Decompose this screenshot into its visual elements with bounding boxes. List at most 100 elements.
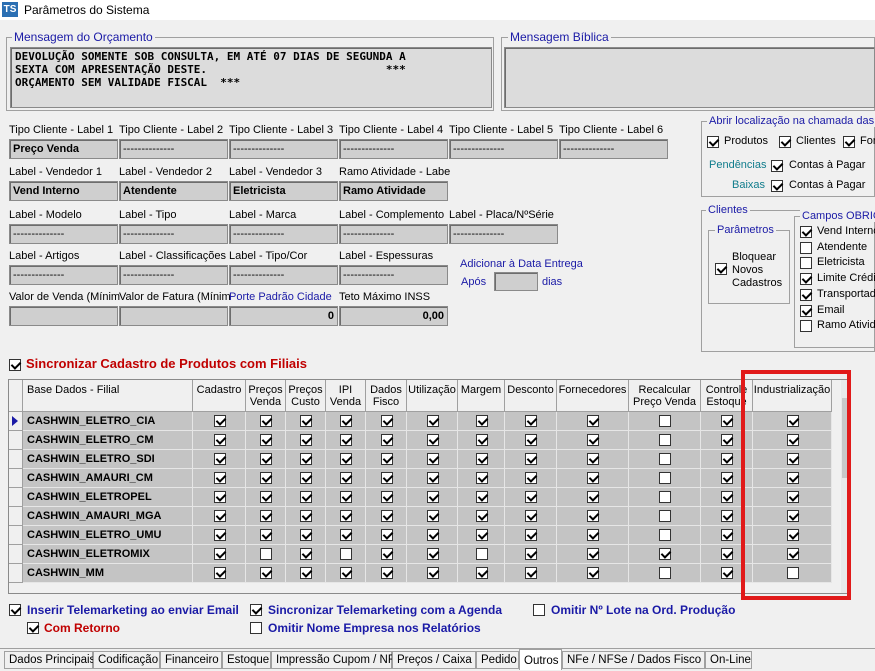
grid-checkbox[interactable] — [260, 472, 272, 484]
omitir-nome-empresa-checkbox[interactable] — [250, 622, 262, 634]
grid-check-cell[interactable] — [326, 545, 366, 564]
grid-checkbox[interactable] — [300, 567, 312, 579]
grid-check-cell[interactable] — [557, 507, 629, 526]
campo-obrigatorio-checkbox[interactable] — [800, 320, 812, 333]
grid-checkbox[interactable] — [475, 510, 488, 522]
grid-checkbox[interactable] — [659, 453, 671, 465]
grid-column-header[interactable]: Industrialização — [753, 380, 832, 412]
grid-check-cell[interactable] — [193, 526, 246, 545]
grid-check-cell[interactable] — [286, 564, 326, 583]
grid-check-cell[interactable] — [458, 545, 505, 564]
tab-outros[interactable]: Outros — [519, 649, 562, 670]
grid-checkbox[interactable] — [213, 472, 226, 484]
grid-check-cell[interactable] — [557, 431, 629, 450]
grid-checkbox[interactable] — [260, 510, 272, 522]
grid-check-cell[interactable] — [701, 431, 753, 450]
grid-checkbox[interactable] — [380, 491, 393, 503]
field-input[interactable]: -------------- — [229, 265, 338, 285]
campo-obrigatorio-checkbox[interactable] — [800, 257, 812, 270]
field-input[interactable]: -------------- — [119, 224, 228, 244]
table-row[interactable]: CASHWIN_ELETRO_SDI — [9, 450, 841, 469]
grid-checkbox[interactable] — [786, 415, 799, 427]
grid-checkbox[interactable] — [475, 453, 488, 465]
grid-check-cell[interactable] — [193, 412, 246, 431]
filial-name-cell[interactable]: CASHWIN_MM — [23, 564, 193, 583]
field-input[interactable]: -------------- — [9, 265, 118, 285]
grid-check-cell[interactable] — [246, 469, 286, 488]
grid-checkbox[interactable] — [525, 434, 537, 446]
grid-check-cell[interactable] — [753, 526, 832, 545]
filial-name-cell[interactable]: CASHWIN_AMAURI_MGA — [23, 507, 193, 526]
grid-checkbox[interactable] — [587, 548, 599, 560]
grid-check-cell[interactable] — [505, 450, 557, 469]
grid-check-cell[interactable] — [246, 545, 286, 564]
grid-checkbox[interactable] — [380, 415, 393, 427]
grid-check-cell[interactable] — [407, 507, 458, 526]
grid-check-cell[interactable] — [629, 507, 701, 526]
grid-check-cell[interactable] — [407, 469, 458, 488]
grid-check-cell[interactable] — [366, 469, 407, 488]
field-input[interactable]: Ramo Atividade — [339, 181, 448, 201]
grid-column-header[interactable]: Preços Custo — [286, 380, 326, 412]
table-row[interactable]: CASHWIN_AMAURI_CM — [9, 469, 841, 488]
grid-checkbox[interactable] — [786, 491, 799, 503]
field-input[interactable]: Atendente — [119, 181, 228, 201]
grid-checkbox[interactable] — [587, 453, 599, 465]
grid-check-cell[interactable] — [505, 526, 557, 545]
grid-checkbox[interactable] — [213, 548, 226, 560]
filial-name-cell[interactable]: CASHWIN_ELETROPEL — [23, 488, 193, 507]
grid-check-cell[interactable] — [505, 564, 557, 583]
grid-checkbox[interactable] — [587, 529, 599, 541]
grid-checkbox[interactable] — [475, 529, 488, 541]
grid-checkbox[interactable] — [380, 453, 393, 465]
grid-checkbox[interactable] — [300, 453, 312, 465]
grid-checkbox[interactable] — [213, 567, 226, 579]
grid-checkbox[interactable] — [213, 415, 226, 427]
field-input[interactable] — [9, 306, 118, 326]
grid-check-cell[interactable] — [407, 412, 458, 431]
grid-check-cell[interactable] — [629, 488, 701, 507]
grid-checkbox[interactable] — [300, 472, 312, 484]
omitir-lote-checkbox[interactable] — [533, 604, 545, 616]
grid-checkbox[interactable] — [300, 415, 312, 427]
filial-name-cell[interactable]: CASHWIN_AMAURI_CM — [23, 469, 193, 488]
grid-check-cell[interactable] — [193, 507, 246, 526]
grid-check-cell[interactable] — [753, 507, 832, 526]
bloquear-novos-checkbox[interactable] — [715, 263, 727, 275]
grid-check-cell[interactable] — [407, 431, 458, 450]
grid-check-cell[interactable] — [366, 545, 407, 564]
grid-check-cell[interactable] — [458, 469, 505, 488]
grid-checkbox[interactable] — [475, 434, 488, 446]
table-row[interactable]: CASHWIN_ELETROMIX — [9, 545, 841, 564]
grid-check-cell[interactable] — [505, 469, 557, 488]
grid-check-cell[interactable] — [193, 469, 246, 488]
table-row[interactable]: CASHWIN_ELETRO_CIA — [9, 412, 841, 431]
grid-column-header[interactable]: Preços Venda — [246, 380, 286, 412]
grid-checkbox[interactable] — [260, 491, 272, 503]
grid-check-cell[interactable] — [407, 526, 458, 545]
grid-check-cell[interactable] — [753, 450, 832, 469]
grid-checkbox[interactable] — [659, 510, 671, 522]
grid-check-cell[interactable] — [505, 507, 557, 526]
grid-checkbox[interactable] — [300, 434, 312, 446]
field-input[interactable]: Eletricista — [229, 181, 338, 201]
grid-checkbox[interactable] — [300, 529, 312, 541]
grid-check-cell[interactable] — [286, 526, 326, 545]
grid-checkbox[interactable] — [340, 434, 352, 446]
filial-name-cell[interactable]: CASHWIN_ELETRO_CM — [23, 431, 193, 450]
tab-financeiro[interactable]: Financeiro — [160, 651, 222, 669]
grid-checkbox[interactable] — [213, 434, 226, 446]
grid-check-cell[interactable] — [557, 564, 629, 583]
table-row[interactable]: CASHWIN_MM — [9, 564, 841, 583]
grid-check-cell[interactable] — [326, 412, 366, 431]
abrir-produtos-checkbox[interactable] — [707, 136, 719, 148]
data-entrega-input[interactable] — [494, 272, 538, 291]
grid-check-cell[interactable] — [366, 526, 407, 545]
field-input[interactable]: -------------- — [449, 224, 558, 244]
tab-on-line[interactable]: On-Line — [705, 651, 752, 669]
grid-column-header[interactable]: Base Dados - Filial — [23, 380, 193, 412]
grid-checkbox[interactable] — [721, 548, 733, 560]
grid-check-cell[interactable] — [193, 431, 246, 450]
grid-check-cell[interactable] — [193, 450, 246, 469]
tab-impressao-cupom-nf[interactable]: Impressão Cupom / NF — [271, 651, 395, 669]
